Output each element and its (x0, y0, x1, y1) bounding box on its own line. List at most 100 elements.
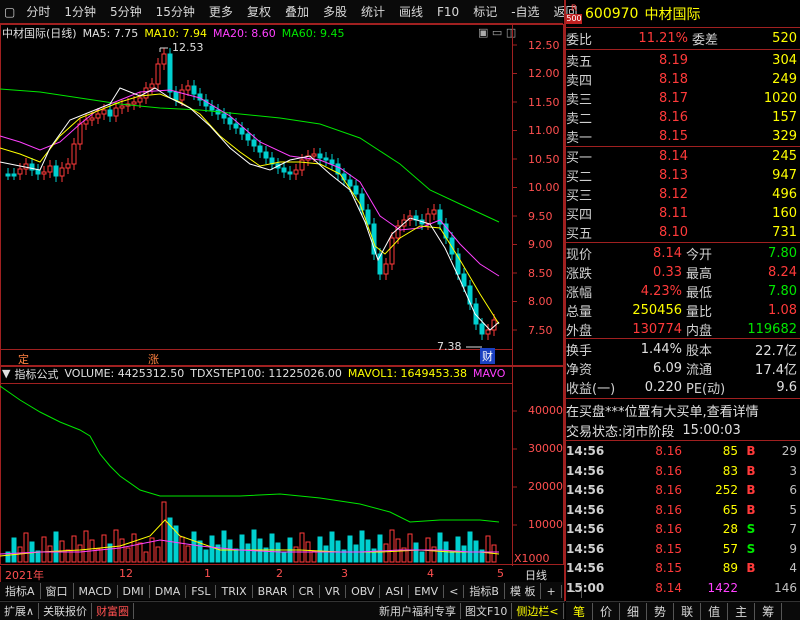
tab-dmi[interactable]: DMI (118, 584, 150, 598)
volume-bar (143, 551, 149, 563)
f10-graphic-button[interactable]: 图文F10 (461, 603, 513, 619)
tab-linked[interactable]: 联 (674, 602, 702, 620)
volume-bar (47, 545, 53, 563)
tick-time: 14:56 (566, 444, 605, 458)
ask-row[interactable]: 卖五 8.19 304 (566, 51, 800, 70)
candle-body (311, 153, 317, 157)
stat-value: 0.33 (653, 264, 682, 280)
btn-draw[interactable]: 画线 (392, 3, 430, 20)
fund-value: 9.6 (776, 379, 797, 395)
new-user-promo[interactable]: 新用户福利专享 (375, 603, 461, 619)
square-icon[interactable]: ▢ (0, 5, 19, 19)
zhang-badge[interactable]: 涨 (148, 351, 159, 367)
tab-5min[interactable]: 5分钟 (103, 3, 149, 20)
tab-indicator-b[interactable]: 指标B (464, 583, 505, 599)
big-order-notice[interactable]: 在买盘***位置有大买单,查看详情 (566, 401, 800, 420)
period-label[interactable]: 日线 (525, 567, 547, 583)
price-tick-label: 9.00 (528, 238, 553, 251)
finance-badge[interactable]: 财 (480, 348, 495, 364)
tab-detail[interactable]: 细 (620, 602, 648, 620)
tab-macd[interactable]: MACD (74, 584, 118, 598)
tick-count: 6 (789, 483, 797, 497)
tab-brar[interactable]: BRAR (253, 584, 294, 598)
volume-bar (281, 551, 287, 563)
candle-body (53, 165, 59, 177)
btn-fuquan[interactable]: 复权 (240, 3, 278, 20)
ask-row[interactable]: 卖一 8.15 329 (566, 127, 800, 146)
related-quote-button[interactable]: 关联报价 (39, 603, 93, 619)
volume-bar (383, 543, 389, 563)
tab-15min[interactable]: 15分钟 (149, 3, 202, 20)
wealth-circle-button[interactable]: 财富圈 (92, 603, 135, 619)
candle-body (191, 85, 197, 95)
ask-volume: 304 (772, 53, 797, 68)
stat-value: 8.24 (768, 264, 797, 280)
high-price-label: 12.53 (172, 41, 204, 54)
bid-row[interactable]: 买三 8.12 496 (566, 185, 800, 204)
ask-row[interactable]: 卖四 8.18 249 (566, 70, 800, 89)
stat-label: 量比 (686, 304, 713, 320)
tab-obv[interactable]: OBV (346, 584, 381, 598)
candle-body (221, 113, 227, 119)
tick-count: 7 (789, 522, 797, 536)
add-window-button[interactable]: + (541, 584, 562, 598)
ask-row[interactable]: 卖二 8.16 157 (566, 108, 800, 127)
btn-stats[interactable]: 统计 (354, 3, 392, 20)
tab-1min[interactable]: 1分钟 (57, 3, 103, 20)
volume-bar (77, 544, 83, 563)
tab-cr[interactable]: CR (294, 584, 320, 598)
volume-bar (161, 501, 167, 563)
tick-price: 8.14 (655, 580, 682, 595)
tab-more[interactable]: 更多 (202, 3, 240, 20)
tab-tick[interactable]: 笔 (566, 602, 594, 620)
btn-remove-fav[interactable]: -自选 (504, 3, 546, 20)
tab-asi[interactable]: ASI (380, 584, 410, 598)
btn-multi[interactable]: 多股 (316, 3, 354, 20)
bid-label: 买五 (566, 227, 593, 242)
tab-indicator-a[interactable]: 指标A (0, 583, 41, 599)
bid-volume: 160 (772, 206, 797, 221)
bid-volume: 496 (772, 187, 797, 202)
tab-intraday[interactable]: 分时 (19, 3, 57, 20)
tab-dma[interactable]: DMA (150, 584, 187, 598)
tab-price[interactable]: 价 (593, 602, 621, 620)
volume-bar (431, 546, 437, 563)
candle-body (227, 117, 233, 125)
bid-row[interactable]: 买一 8.14 245 (566, 147, 800, 166)
expand-button[interactable]: 扩展∧ (0, 603, 40, 619)
tick-side: B (746, 463, 756, 478)
price-tick-label: 10.50 (528, 153, 560, 166)
tick-side: B (746, 483, 756, 497)
sidebar-toggle[interactable]: 侧边栏< (512, 603, 564, 619)
ask-row[interactable]: 卖三 8.17 1020 (566, 89, 800, 108)
bid-row[interactable]: 买五 8.10 731 (566, 223, 800, 242)
tabs-scroll-left[interactable]: < (444, 584, 465, 598)
tab-value[interactable]: 值 (701, 602, 729, 620)
tab-template[interactable]: 模 板 (505, 583, 542, 599)
date-tick-label: 5 (497, 567, 504, 580)
btn-overlay[interactable]: 叠加 (278, 3, 316, 20)
volume-bar (71, 535, 77, 563)
tick-count: 9 (789, 541, 797, 556)
btn-mark[interactable]: 标记 (466, 3, 504, 20)
stat-value: 7.80 (768, 283, 797, 299)
tab-chips[interactable]: 筹 (755, 602, 783, 620)
volume-bar (437, 532, 443, 563)
tab-trend[interactable]: 势 (647, 602, 675, 620)
tab-main[interactable]: 主 (728, 602, 756, 620)
ask-label: 卖四 (566, 74, 593, 89)
tab-fsl[interactable]: FSL (186, 584, 217, 598)
btn-f10[interactable]: F10 (430, 5, 466, 19)
volume-bar (179, 536, 185, 563)
tab-trix[interactable]: TRIX (216, 584, 253, 598)
volume-unit: X1000 (514, 552, 550, 565)
volume-bar (239, 534, 245, 563)
tab-emv[interactable]: EMV (409, 584, 445, 598)
volume-tick-label: 40000 (528, 404, 563, 417)
bid-row[interactable]: 买二 8.13 947 (566, 166, 800, 185)
tab-vr[interactable]: VR (320, 584, 347, 598)
bid-row[interactable]: 买四 8.11 160 (566, 204, 800, 223)
price-tick-label: 7.50 (528, 324, 553, 337)
tab-window[interactable]: 窗口 (41, 583, 74, 599)
stat-label: 现价 (566, 247, 593, 263)
